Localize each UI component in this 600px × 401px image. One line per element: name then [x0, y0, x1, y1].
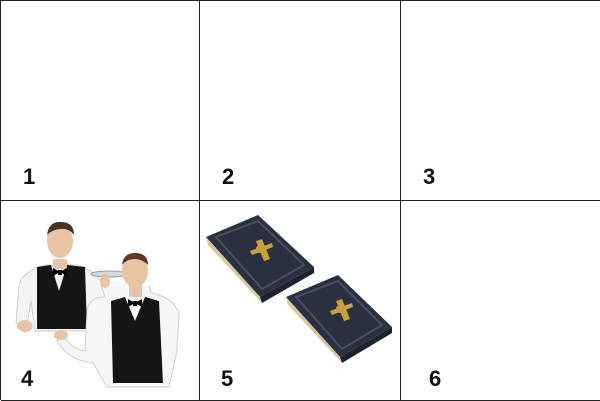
- grid-cell-1[interactable]: 1: [1, 1, 200, 201]
- cell-number: 3: [423, 164, 436, 189]
- grid-cell-5[interactable]: 5: [200, 201, 401, 401]
- cell-number: 6: [429, 366, 442, 391]
- grid-cell-3[interactable]: 3: [401, 1, 600, 201]
- cell-number: 2: [222, 164, 235, 189]
- tray: [90, 270, 128, 278]
- picture-grid: 1 2 3 4 5 6: [0, 0, 600, 401]
- grid-cell-6[interactable]: 6: [401, 201, 600, 401]
- cell-number: 1: [23, 164, 36, 189]
- cell-number: 4: [21, 366, 34, 391]
- book-icon: [206, 215, 314, 303]
- cell-number: 5: [221, 366, 234, 391]
- book-icon: [286, 275, 392, 363]
- grid-cell-2[interactable]: 2: [200, 1, 401, 201]
- grid-cell-4[interactable]: 4: [1, 201, 200, 401]
